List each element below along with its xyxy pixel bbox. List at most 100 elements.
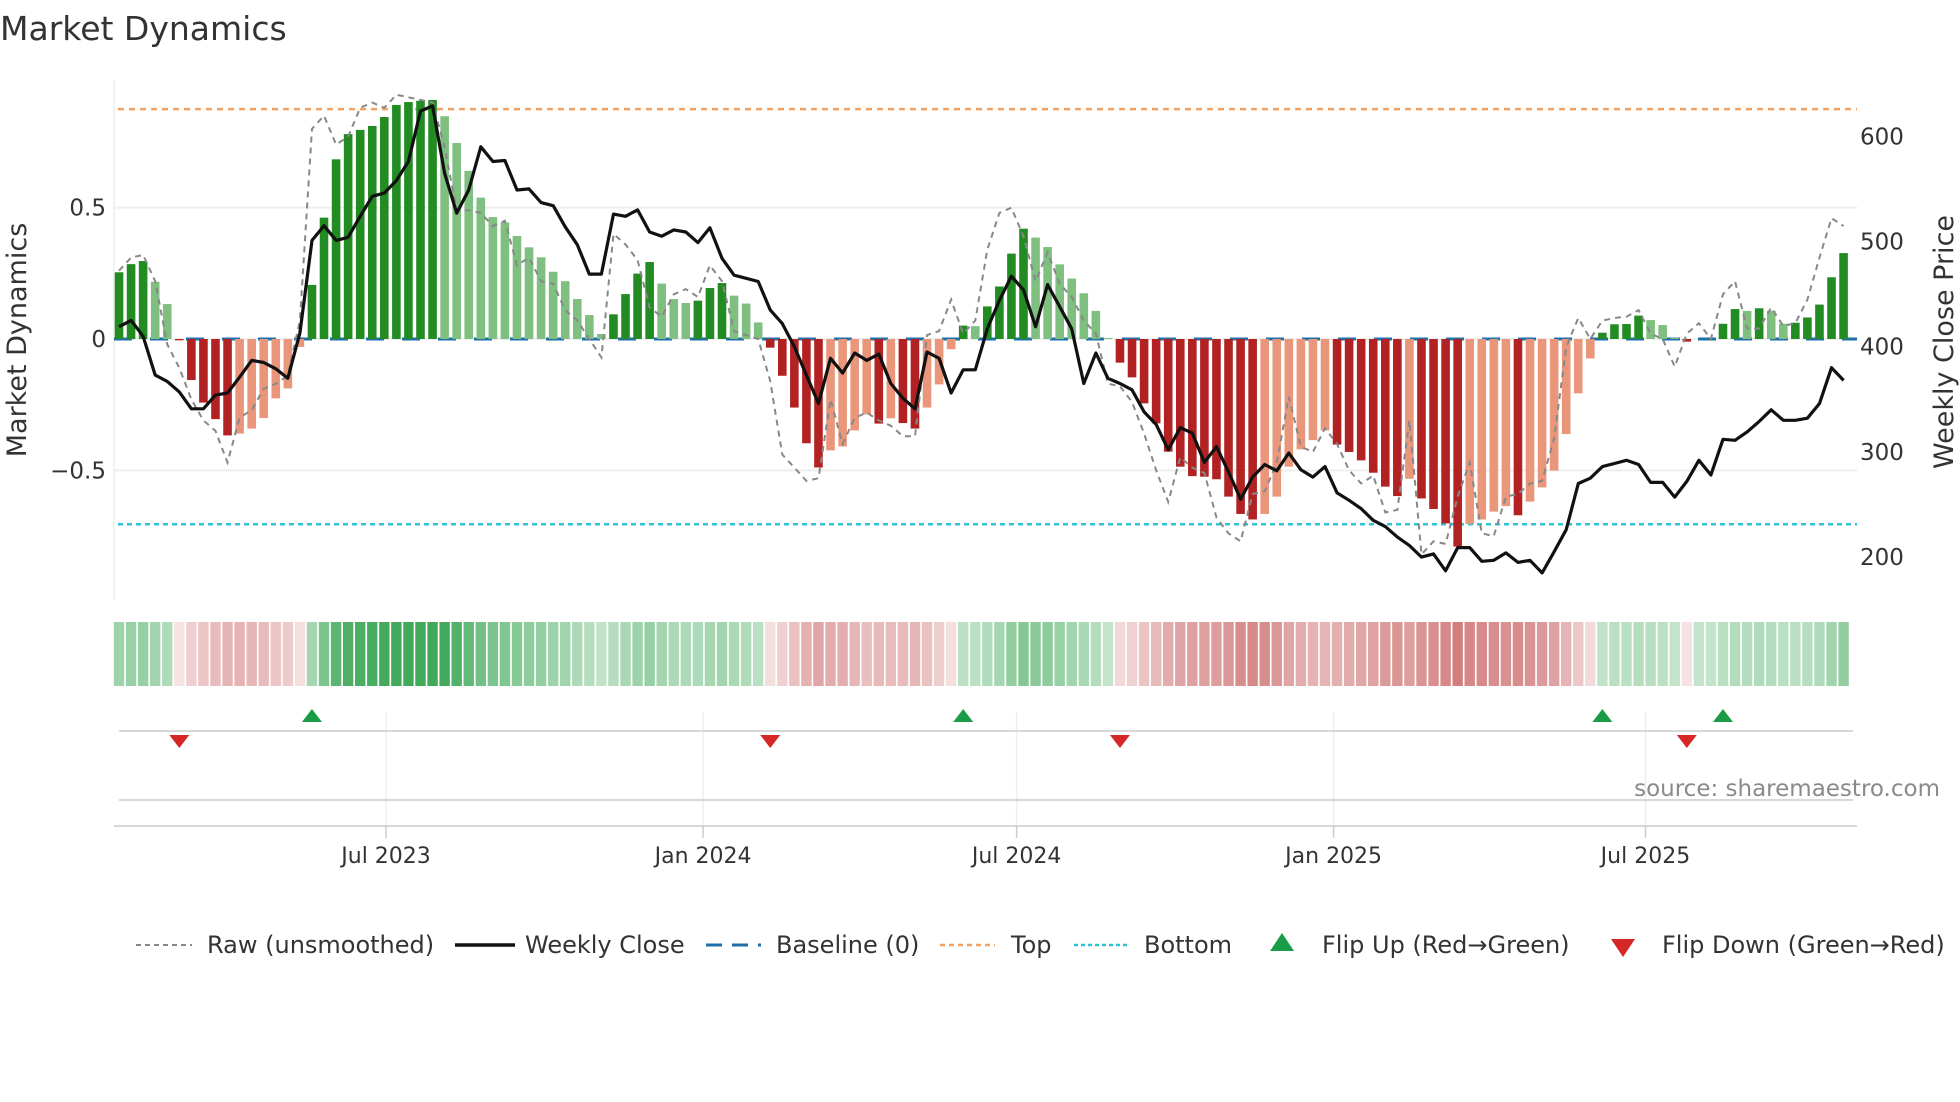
strip-cell [560,622,571,686]
dynamics-bar [476,197,486,339]
strip-cell [704,622,716,686]
strip-cell [1512,622,1524,686]
flip-down-marker [760,735,781,748]
strip-cell [849,622,860,686]
dynamics-bar [826,339,835,451]
strip-cell [1307,622,1319,686]
dynamics-bar [1465,339,1475,524]
dynamics-bar [500,222,510,339]
dynamics-bar [970,326,980,339]
dynamics-bar [1441,339,1450,524]
strip-cell [1343,622,1355,686]
strip-cell [1247,622,1258,686]
x-tick-label: Jul 2023 [339,844,431,869]
strip-cell [1657,622,1668,686]
dynamics-bar [1803,317,1812,339]
strip-cell [1573,622,1584,686]
dynamics-bar [1368,339,1378,473]
dynamics-bar [524,247,534,339]
strip-cell [1054,622,1065,686]
strip-cell [1585,622,1596,686]
strip-cell [162,622,173,686]
dynamics-bar [1332,339,1342,445]
flip-up-marker [953,709,974,722]
strip-cell [632,622,643,686]
strip-cell [1633,622,1644,686]
strip-cell [1319,622,1331,686]
dynamics-bar [1730,309,1740,339]
strip-cell [1368,622,1379,686]
strip-cell [921,622,933,686]
strip-cell [523,622,535,686]
dynamics-bar [1791,322,1800,339]
strip-cell [451,622,462,686]
dynamics-bar [1417,339,1426,499]
dynamics-bar [150,281,160,339]
dynamics-bar [1754,308,1764,339]
strip-cell [415,622,426,686]
strip-cell [668,622,679,686]
strip-cell [367,622,378,686]
dynamics-bar [1622,324,1631,339]
dynamics-bar [1477,339,1487,520]
dynamics-bar [778,339,787,376]
strip-cell [909,622,921,686]
strip-cell [656,622,667,686]
legend-flip-down-icon [1611,939,1635,957]
chart-title: Market Dynamics [0,9,287,48]
y-tick-label: 0 [91,327,106,353]
strip-cell [752,622,764,686]
strip-cell [1561,622,1572,686]
strip-cell [1223,622,1234,686]
legend-bottom-label: Bottom [1144,931,1232,959]
legend-raw-label: Raw (unsmoothed) [207,931,434,959]
strip-cell [837,622,848,686]
dynamics-bar [1827,277,1836,339]
dynamics-bar [1308,339,1318,441]
strip-cell [1235,622,1246,686]
flip-down-marker [1676,735,1697,748]
dynamics-bar [1151,339,1161,424]
dynamics-bar [681,303,691,339]
legend-flip-up-label: Flip Up (Red→Green) [1322,931,1570,959]
strip-cell [801,622,812,686]
strip-cell [379,622,390,686]
strip-cell [861,622,872,686]
dynamics-bar [1284,339,1294,467]
dynamics-bar [1453,339,1462,547]
y-tick-label: −0.5 [50,458,106,484]
dynamics-bar [633,273,642,339]
dynamics-bar [488,217,498,339]
strip-cell [1802,622,1813,686]
strip-cell [294,622,306,686]
raw-line [118,93,1845,557]
strip-cell [1271,622,1282,686]
strip-cell [318,622,330,686]
dynamics-bar [1537,339,1547,488]
strip-cell [644,622,655,686]
y-tick-label: 0.5 [69,196,106,222]
flip-down-marker [169,735,190,748]
strip-cell [692,622,704,686]
dynamics-bar [138,260,148,339]
dynamics-bar [1272,339,1282,497]
strip-cell [174,622,185,686]
strip-cell [1175,622,1186,686]
strip-cell [1778,622,1789,686]
strip-cell [463,622,474,686]
dynamics-bar [1320,339,1330,431]
dynamics-bar [367,125,377,339]
flip-up-marker [1712,709,1733,722]
dynamics-bar [1573,339,1583,394]
strip-cell [125,622,137,686]
market-dynamics-chart: Market Dynamics 0.50−0.5600500400300200 … [0,9,1960,959]
strip-cell [1018,622,1029,686]
dynamics-bar [609,314,618,339]
strip-cell [1187,622,1198,686]
legend-flip-down-label: Flip Down (Green→Red) [1662,931,1945,959]
strip-cell [1597,622,1608,686]
strip-cell [982,622,993,686]
dynamics-bar [1127,339,1137,378]
legend-close-label: Weekly Close [525,931,685,959]
strip-cell [933,622,945,686]
